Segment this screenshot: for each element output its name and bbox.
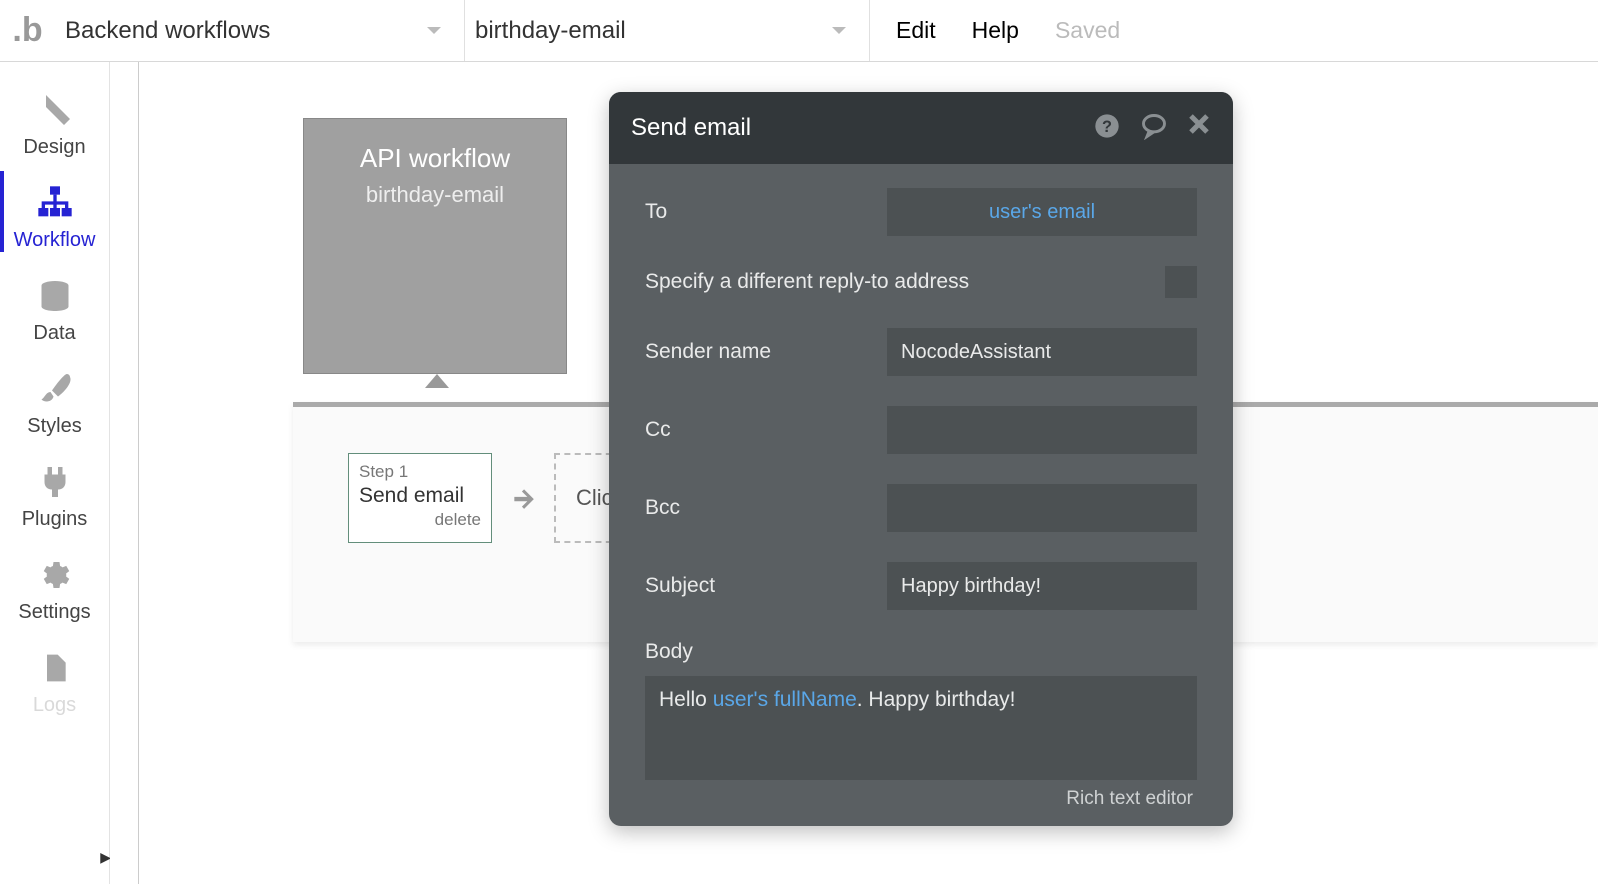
body-label: Body	[645, 640, 1197, 664]
add-step-label: Clic	[576, 485, 613, 511]
gear-icon	[35, 555, 75, 595]
sidebar: Design Workflow Data Styles Plugins	[0, 62, 110, 884]
action-properties-panel: Send email ? To user's	[609, 92, 1233, 826]
brush-icon	[35, 369, 75, 409]
subject-value: Happy birthday!	[901, 575, 1041, 598]
sidebar-label: Data	[33, 322, 75, 345]
replyto-label: Specify a different reply-to address	[645, 270, 1165, 294]
card-subtitle: birthday-email	[366, 182, 504, 208]
cc-field[interactable]	[887, 406, 1197, 454]
sidebar-item-plugins[interactable]: Plugins	[0, 452, 109, 545]
close-icon[interactable]	[1187, 112, 1211, 145]
sidebar-label: Design	[23, 136, 85, 159]
top-bar: .b Backend workflows birthday-email Edit…	[0, 0, 1598, 62]
replyto-checkbox[interactable]	[1165, 266, 1197, 298]
workflow-selector[interactable]: birthday-email	[465, 0, 870, 61]
body-text-suffix: . Happy birthday!	[857, 688, 1016, 711]
design-icon	[35, 90, 75, 130]
comment-icon[interactable]	[1139, 112, 1169, 145]
database-icon	[35, 276, 75, 316]
body-dynamic-value: user's fullName	[713, 688, 857, 711]
page-selector[interactable]: Backend workflows	[55, 0, 465, 61]
document-icon	[35, 648, 75, 688]
sidebar-item-settings[interactable]: Settings	[0, 545, 109, 638]
workflow-icon	[35, 183, 75, 223]
help-icon[interactable]: ?	[1093, 112, 1121, 145]
step-title: Send email	[359, 484, 481, 508]
menu-edit[interactable]: Edit	[896, 17, 936, 44]
step-number: Step 1	[359, 462, 481, 482]
top-menu: Edit Help Saved	[870, 0, 1120, 61]
plug-icon	[35, 462, 75, 502]
subject-field[interactable]: Happy birthday!	[887, 562, 1197, 610]
rich-text-editor-link[interactable]: Rich text editor	[645, 780, 1197, 816]
subject-label: Subject	[645, 574, 887, 598]
arrow-right-icon	[510, 485, 536, 511]
app-logo: .b	[0, 0, 55, 61]
sender-value: NocodeAssistant	[901, 341, 1051, 364]
sidebar-label: Plugins	[22, 508, 88, 531]
sidebar-item-design[interactable]: Design	[0, 80, 109, 173]
workflow-canvas: API workflow birthday-email Step 1 Send …	[110, 62, 1598, 884]
workflow-selector-label: birthday-email	[475, 17, 626, 45]
panel-title: Send email	[631, 114, 751, 142]
card-pointer-icon	[425, 374, 449, 388]
sidebar-label: Settings	[18, 601, 90, 624]
canvas-margin-line	[138, 62, 139, 884]
cc-label: Cc	[645, 418, 887, 442]
sidebar-label: Logs	[33, 694, 76, 717]
save-status: Saved	[1055, 17, 1120, 44]
step-card-1[interactable]: Step 1 Send email delete	[348, 453, 492, 543]
card-title: API workflow	[360, 143, 510, 174]
to-label: To	[645, 200, 887, 224]
bcc-field[interactable]	[887, 484, 1197, 532]
page-selector-label: Backend workflows	[65, 17, 270, 45]
step-delete-button[interactable]: delete	[359, 510, 481, 530]
panel-header: Send email ?	[609, 92, 1233, 164]
sidebar-item-styles[interactable]: Styles	[0, 359, 109, 452]
chevron-down-icon	[426, 25, 442, 37]
body-text-prefix: Hello	[659, 688, 713, 711]
sender-label: Sender name	[645, 340, 887, 364]
menu-help[interactable]: Help	[972, 17, 1019, 44]
to-field[interactable]: user's email	[887, 188, 1197, 236]
sidebar-item-data[interactable]: Data	[0, 266, 109, 359]
bcc-label: Bcc	[645, 496, 887, 520]
sidebar-label: Workflow	[14, 229, 96, 252]
chevron-down-icon	[831, 25, 847, 37]
sidebar-item-logs[interactable]: Logs	[0, 638, 109, 717]
api-workflow-card[interactable]: API workflow birthday-email	[303, 118, 567, 374]
sidebar-label: Styles	[27, 415, 81, 438]
to-dynamic-value: user's email	[989, 201, 1095, 224]
sender-field[interactable]: NocodeAssistant	[887, 328, 1197, 376]
svg-text:?: ?	[1102, 117, 1112, 135]
body-field[interactable]: Hello user's fullName. Happy birthday!	[645, 676, 1197, 780]
sidebar-item-workflow[interactable]: Workflow	[0, 173, 109, 266]
